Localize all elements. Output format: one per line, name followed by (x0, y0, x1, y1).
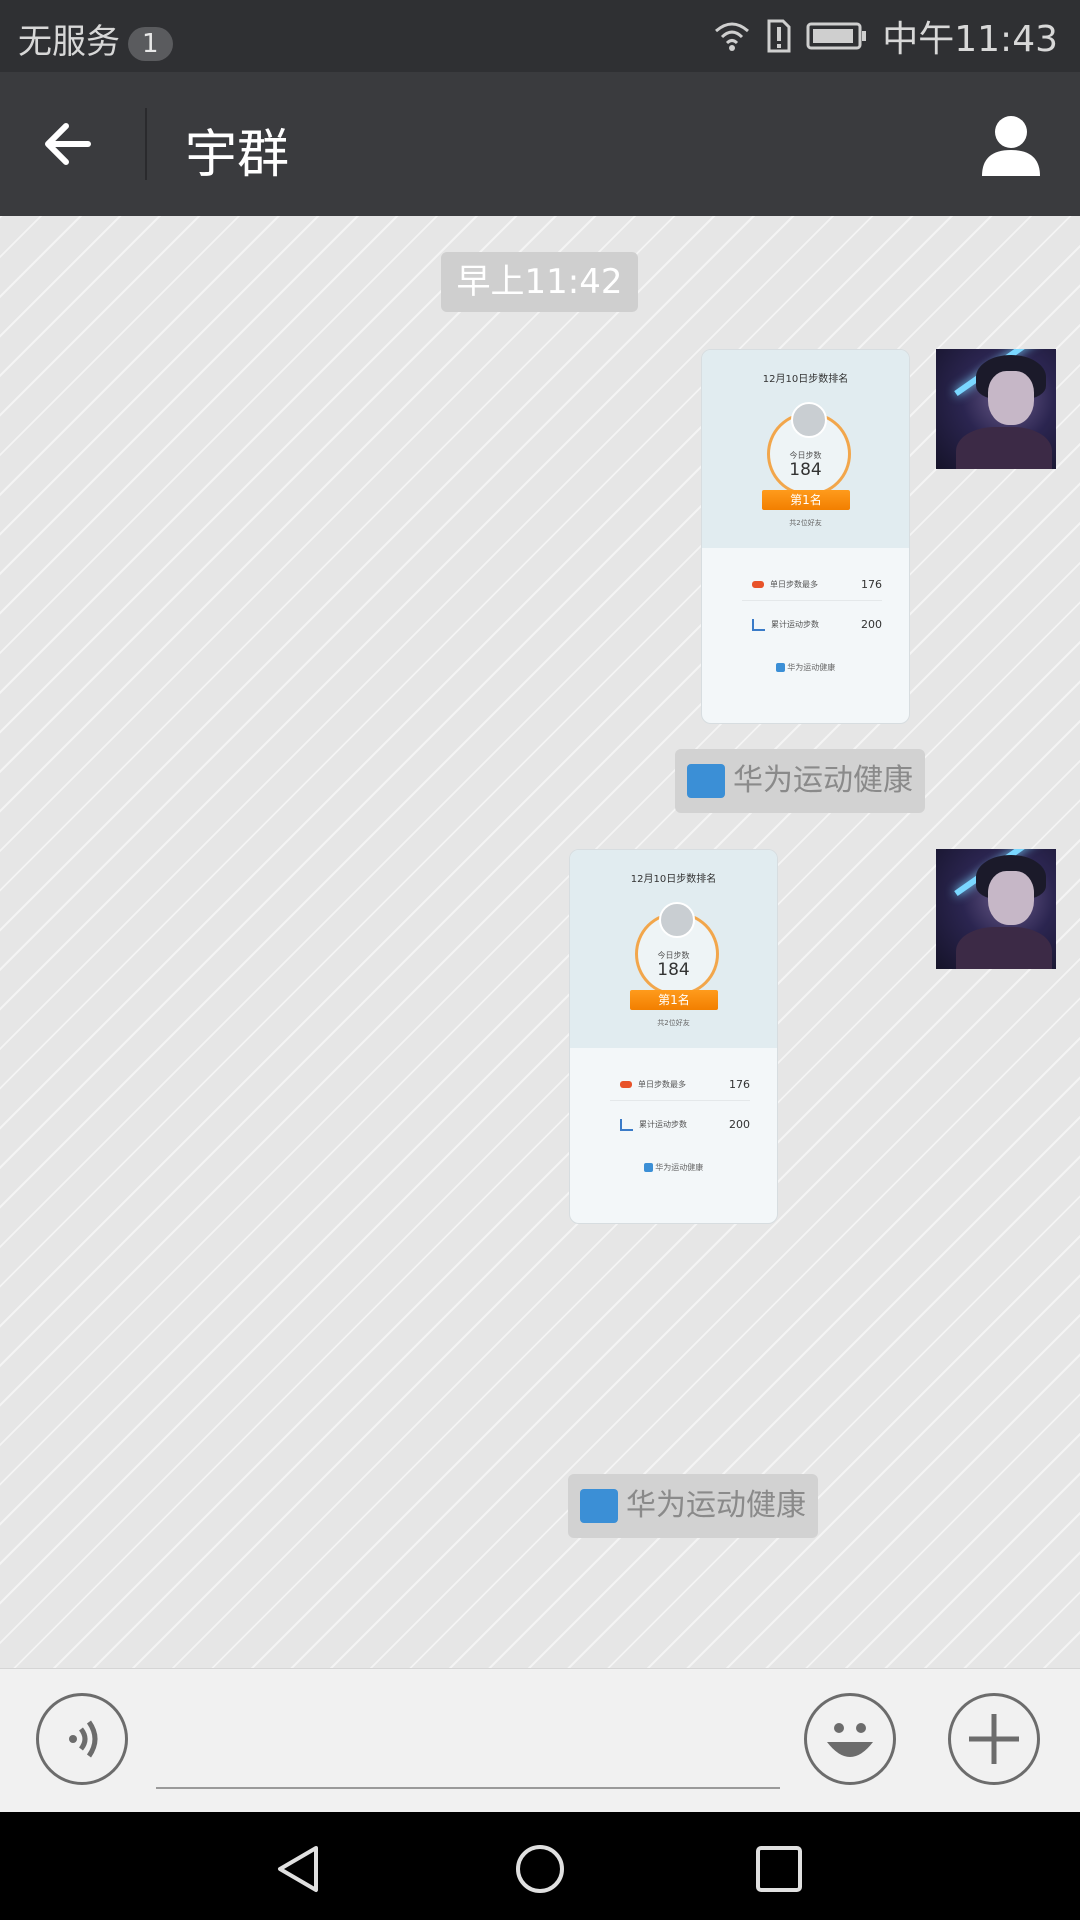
row-value: 200 (729, 1118, 750, 1131)
avatar-art (956, 427, 1052, 469)
chat-area[interactable]: 早上11:42 12月10日步数排名 今日步数 184 第1名 共2位好友 单日… (0, 216, 1080, 1668)
title-bar: 宇群 (0, 72, 1080, 216)
health-app-icon (687, 764, 725, 798)
health-app-icon (643, 1163, 653, 1172)
row-label: 单日步数最多 (770, 580, 818, 589)
input-bar (0, 1668, 1080, 1813)
avatar[interactable] (936, 849, 1056, 969)
nav-home-icon (516, 1845, 564, 1893)
card-subtitle: 共2位好友 (657, 1019, 690, 1027)
notification-badge: 1 (128, 26, 173, 61)
profile-icon (982, 116, 1040, 176)
status-icons: 中午11:43 (712, 12, 1058, 60)
nav-recents-icon (756, 1846, 802, 1892)
voice-icon (69, 1720, 98, 1758)
battery-icon (806, 22, 867, 50)
plus-icon (969, 1714, 1019, 1764)
row-label: 累计运动步数 (639, 1120, 687, 1129)
message-input[interactable] (156, 1787, 780, 1789)
app-root: 无服务 1 中午11:43 宇群 早上11:42 12月10日步数排名 今日步数… (0, 0, 1080, 1920)
back-arrow-icon (45, 123, 91, 165)
nav-back-icon (278, 1846, 318, 1892)
row-value: 176 (729, 1078, 750, 1091)
title-divider (145, 108, 147, 180)
bar-chart-icon (620, 1118, 633, 1131)
back-button[interactable] (40, 114, 100, 174)
user-avatar-icon (791, 402, 827, 438)
card-brand: 华为运动健康 (570, 1162, 777, 1173)
emoji-icon (827, 1723, 873, 1757)
health-app-icon (580, 1489, 618, 1523)
source-tag-label: 华为运动健康 (733, 763, 913, 798)
plus-button[interactable] (948, 1693, 1040, 1785)
avatar-art (956, 927, 1052, 969)
emoji-button[interactable] (804, 1693, 896, 1785)
steps-value: 184 (657, 960, 690, 980)
card-row-total: 累计运动步数 200 (620, 1118, 750, 1131)
bar-chart-icon (752, 618, 765, 631)
row-label: 单日步数最多 (638, 1080, 686, 1089)
row-value: 200 (861, 618, 882, 631)
row-label: 累计运动步数 (771, 620, 819, 629)
row-divider (742, 600, 882, 601)
user-avatar-icon (659, 902, 695, 938)
wifi-icon (715, 22, 750, 51)
timestamp: 早上11:42 (441, 252, 638, 312)
voice-button[interactable] (36, 1693, 128, 1785)
avatar-art (988, 371, 1034, 425)
profile-button[interactable] (978, 112, 1044, 178)
status-bar: 无服务 1 中午11:43 (0, 0, 1080, 72)
card-date-title: 12月10日步数排名 (630, 874, 717, 885)
rank-ribbon: 第1名 (762, 490, 850, 510)
nav-home-button[interactable] (513, 1842, 567, 1896)
shoe-icon (752, 581, 764, 588)
step-ranking-card[interactable]: 12月10日步数排名 今日步数 184 第1名 共2位好友 单日步数最多 176… (701, 349, 910, 724)
card-subtitle: 共2位好友 (789, 519, 822, 527)
nav-recents-button[interactable] (752, 1842, 806, 1896)
avatar[interactable] (936, 349, 1056, 469)
clock: 中午11:43 (882, 19, 1058, 60)
carrier-label: 无服务 (18, 22, 120, 62)
page-title: 宇群 (185, 125, 290, 185)
row-divider (610, 1100, 750, 1101)
health-app-icon (775, 663, 785, 672)
carrier-status: 无服务 1 (18, 14, 173, 63)
nav-bar (0, 1812, 1080, 1920)
source-tag[interactable]: 华为运动健康 (568, 1474, 818, 1538)
source-tag[interactable]: 华为运动健康 (675, 749, 925, 813)
source-tag-label: 华为运动健康 (626, 1488, 806, 1523)
rank-ribbon: 第1名 (630, 990, 718, 1010)
card-row-max: 单日步数最多 176 (752, 578, 882, 591)
sim-alert-icon (767, 19, 791, 53)
steps-value: 184 (789, 460, 822, 480)
nav-back-button[interactable] (272, 1842, 326, 1896)
shoe-icon (620, 1081, 632, 1088)
card-date-title: 12月10日步数排名 (762, 374, 849, 385)
avatar-art (988, 871, 1034, 925)
step-ranking-card[interactable]: 12月10日步数排名 今日步数 184 第1名 共2位好友 单日步数最多 176… (569, 849, 778, 1224)
row-value: 176 (861, 578, 882, 591)
card-row-max: 单日步数最多 176 (620, 1078, 750, 1091)
card-row-total: 累计运动步数 200 (752, 618, 882, 631)
card-brand: 华为运动健康 (702, 662, 909, 673)
